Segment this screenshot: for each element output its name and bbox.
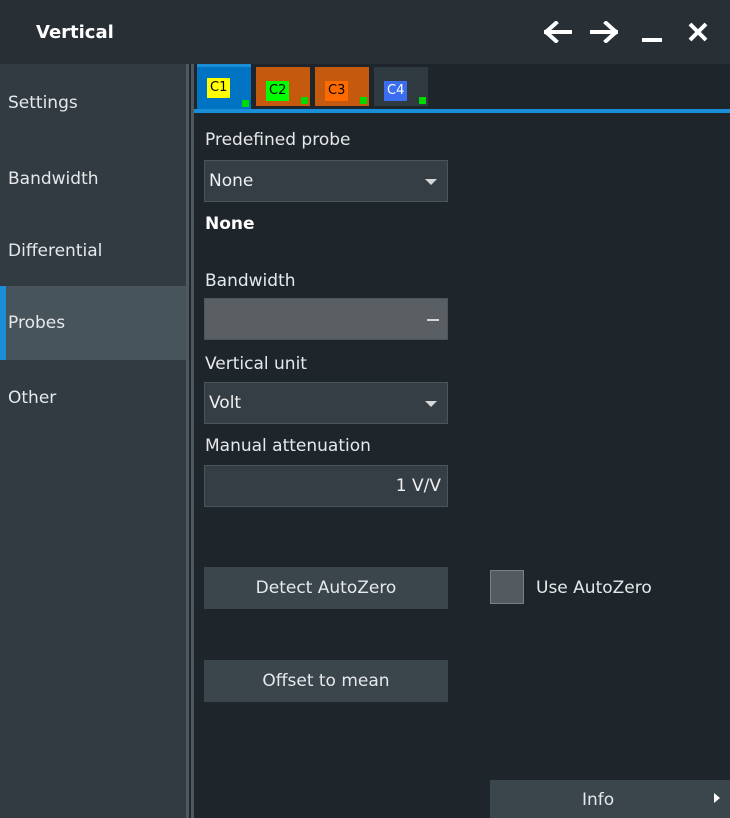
chevron-right-icon: [714, 793, 720, 803]
manual-attenuation-label: Manual attenuation: [205, 436, 371, 456]
sidebar-item-label: Differential: [8, 241, 103, 261]
tab-c1-label: C1: [207, 78, 231, 98]
chevron-down-icon: [425, 179, 437, 185]
tab-c2[interactable]: C2: [256, 67, 310, 106]
probe-name: None: [205, 214, 255, 234]
tab-c3[interactable]: C3: [315, 67, 369, 106]
manual-attenuation-input[interactable]: 1 V/V: [204, 465, 448, 507]
sidebar-item-bandwidth[interactable]: Bandwidth: [0, 142, 186, 216]
status-indicator: [360, 97, 367, 104]
tab-c1[interactable]: C1: [197, 64, 251, 109]
forward-arrow-icon[interactable]: [586, 14, 622, 50]
vertical-unit-label: Vertical unit: [205, 354, 307, 374]
tab-underline: [194, 109, 730, 113]
vertical-unit-value: Volt: [209, 393, 242, 413]
sidebar-item-label: Settings: [8, 93, 78, 113]
sidebar-item-probes[interactable]: Probes: [0, 286, 186, 360]
tab-c3-label: C3: [325, 81, 349, 101]
bandwidth-field: [204, 298, 448, 340]
sidebar-item-other[interactable]: Other: [0, 361, 186, 435]
sidebar-item-label: Probes: [8, 313, 66, 333]
close-icon[interactable]: [680, 14, 716, 50]
sidebar-item-label: Other: [8, 388, 57, 408]
predefined-probe-value: None: [209, 171, 254, 191]
dash-icon: [427, 319, 439, 321]
use-autozero-label: Use AutoZero: [536, 578, 652, 598]
panel-divider: [186, 64, 189, 818]
tab-c2-label: C2: [266, 81, 290, 101]
sidebar-item-label: Bandwidth: [8, 169, 99, 189]
detect-autozero-button[interactable]: Detect AutoZero: [204, 567, 448, 609]
panel-divider: [191, 64, 194, 818]
sidebar-item-settings[interactable]: Settings: [0, 66, 186, 140]
offset-to-mean-button[interactable]: Offset to mean: [204, 660, 448, 702]
channel-tabs: C1 C2 C3 C4: [194, 64, 730, 114]
use-autozero-checkbox[interactable]: [490, 570, 524, 604]
vertical-unit-dropdown[interactable]: Volt: [204, 382, 448, 424]
manual-attenuation-value: 1 V/V: [395, 476, 441, 496]
status-indicator: [301, 97, 308, 104]
sidebar: Settings Bandwidth Differential Probes O…: [0, 64, 186, 818]
info-button[interactable]: Info: [490, 780, 730, 818]
back-arrow-icon[interactable]: [540, 14, 576, 50]
tab-c4-label: C4: [384, 81, 408, 101]
tab-c4[interactable]: C4: [374, 67, 428, 106]
bandwidth-label: Bandwidth: [205, 271, 296, 291]
status-indicator: [419, 97, 426, 104]
predefined-probe-dropdown[interactable]: None: [204, 160, 448, 202]
window-title: Vertical: [36, 22, 114, 43]
minimize-icon[interactable]: [634, 14, 670, 50]
sidebar-item-differential[interactable]: Differential: [0, 214, 186, 288]
title-bar: Vertical: [0, 0, 730, 64]
chevron-down-icon: [425, 401, 437, 407]
predefined-probe-label: Predefined probe: [205, 130, 351, 150]
info-label: Info: [582, 790, 615, 810]
status-indicator: [242, 100, 249, 107]
